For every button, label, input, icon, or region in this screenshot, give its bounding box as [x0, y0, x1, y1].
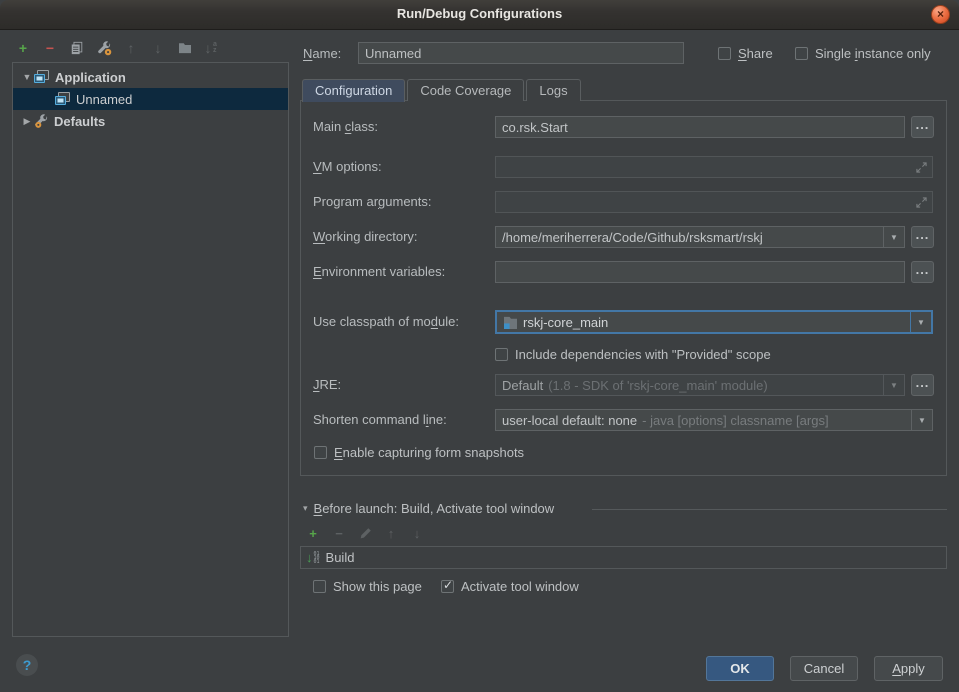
jre-combo[interactable]: Default (1.8 - SDK of 'rskj-core_main' m… — [495, 374, 905, 396]
module-combo[interactable]: rskj-core_main ▼ — [495, 310, 933, 334]
configurations-toolbar: + − ↑ ↓ ↓ a z — [15, 39, 217, 57]
remove-task-icon[interactable]: − — [332, 526, 346, 540]
vm-options-input[interactable] — [495, 156, 933, 178]
close-icon[interactable]: × — [931, 5, 950, 24]
expand-field-icon[interactable] — [916, 162, 927, 173]
activate-tool-window-checkbox[interactable]: ✓ Activate tool window — [441, 578, 579, 594]
tree-expanded-icon[interactable]: ▼ — [20, 72, 34, 82]
checkbox-box — [313, 580, 326, 593]
copy-configuration-icon[interactable] — [69, 40, 85, 56]
share-checkbox[interactable]: Share — [718, 45, 773, 61]
checkbox-box: ✓ — [441, 580, 454, 593]
working-directory-combo[interactable]: /home/meriherrera/Code/Github/rsksmart/r… — [495, 226, 905, 248]
help-icon[interactable]: ? — [16, 654, 38, 676]
name-input[interactable] — [358, 42, 684, 64]
before-launch-toolbar: + − ↑ ↓ — [306, 526, 424, 540]
tab-logs[interactable]: Logs — [526, 79, 580, 101]
section-collapse-icon: ▾ — [303, 503, 308, 514]
environment-variables-input[interactable] — [495, 261, 905, 283]
cancel-button[interactable]: Cancel — [790, 656, 858, 681]
jre-browse-button[interactable]: ... — [911, 374, 934, 396]
main-class-browse-button[interactable]: ... — [911, 116, 934, 138]
sort-alphabetically-icon[interactable]: ↓ a z — [204, 40, 217, 56]
chevron-down-icon[interactable]: ▼ — [883, 227, 904, 247]
application-type-icon — [55, 92, 71, 106]
move-down-icon[interactable]: ↓ — [150, 40, 166, 56]
include-provided-scope-checkbox[interactable]: Include dependencies with "Provided" sco… — [495, 346, 771, 362]
module-icon — [503, 316, 518, 329]
build-icon: ↓ 01 10 01 — [306, 550, 320, 565]
before-launch-section-header[interactable]: ▾ Before launch: Build, Activate tool wi… — [303, 501, 554, 516]
config-tabs: Configuration Code Coverage Logs — [302, 79, 583, 101]
window-title: Run/Debug Configurations — [0, 6, 959, 21]
move-up-icon[interactable]: ↑ — [123, 40, 139, 56]
chevron-down-icon[interactable]: ▼ — [883, 375, 904, 395]
expand-field-icon[interactable] — [916, 197, 927, 208]
checkbox-box — [795, 47, 808, 60]
configurations-tree: ▼ Application Unnamed ▶ Defaults — [12, 62, 289, 637]
form-snapshots-checkbox[interactable]: Enable capturing form snapshots — [314, 444, 524, 460]
task-label[interactable]: Build — [326, 550, 355, 565]
name-label: Name: — [303, 46, 341, 61]
edit-task-pencil-icon[interactable] — [358, 526, 372, 540]
apply-button[interactable]: Apply — [874, 656, 943, 681]
edit-defaults-wrench-icon[interactable] — [96, 40, 112, 56]
environment-variables-browse-button[interactable]: ... — [911, 261, 934, 283]
tree-collapsed-icon[interactable]: ▶ — [20, 116, 34, 127]
remove-configuration-icon[interactable]: − — [42, 40, 58, 56]
working-directory-browse-button[interactable]: ... — [911, 226, 934, 248]
move-task-down-icon[interactable]: ↓ — [410, 526, 424, 540]
add-configuration-icon[interactable]: + — [15, 40, 31, 56]
checkbox-box — [495, 348, 508, 361]
checkbox-box — [314, 446, 327, 459]
tab-code-coverage[interactable]: Code Coverage — [407, 79, 524, 101]
run-debug-configurations-dialog: Run/Debug Configurations × + − ↑ ↓ ↓ — [0, 0, 959, 692]
ok-button[interactable]: OK — [706, 656, 774, 681]
tree-item-application[interactable]: ▼ Application — [13, 66, 288, 88]
program-arguments-label: Program arguments: — [313, 194, 432, 209]
jre-label: JRE: — [313, 377, 341, 392]
program-arguments-input[interactable] — [495, 191, 933, 213]
before-launch-task-list: ↓ 01 10 01 Build — [300, 546, 947, 569]
checkbox-box — [718, 47, 731, 60]
titlebar[interactable]: Run/Debug Configurations × — [0, 0, 959, 30]
tree-item-defaults[interactable]: ▶ Defaults — [13, 110, 288, 132]
show-this-page-checkbox[interactable]: Show this page — [313, 578, 422, 594]
working-directory-label: Working directory: — [313, 229, 418, 244]
chevron-down-icon[interactable]: ▼ — [911, 410, 932, 430]
vm-options-label: VM options: — [313, 159, 382, 174]
check-icon: ✓ — [443, 578, 453, 592]
defaults-wrench-icon — [34, 114, 49, 129]
module-classpath-label: Use classpath of module: — [313, 314, 459, 329]
main-class-label: Main class: — [313, 119, 378, 134]
tab-configuration[interactable]: Configuration — [302, 79, 405, 102]
shorten-command-line-combo[interactable]: user-local default: none - java [options… — [495, 409, 933, 431]
shorten-command-line-label: Shorten command line: — [313, 412, 447, 427]
chevron-down-icon[interactable]: ▼ — [910, 312, 931, 332]
tree-item-unnamed[interactable]: Unnamed — [13, 88, 288, 110]
section-separator — [592, 509, 947, 510]
main-class-input[interactable] — [495, 116, 905, 138]
environment-variables-label: Environment variables: — [313, 264, 445, 279]
single-instance-checkbox[interactable]: Single instance only — [795, 45, 931, 61]
application-type-icon — [34, 70, 50, 84]
add-task-icon[interactable]: + — [306, 526, 320, 540]
folder-icon[interactable] — [177, 40, 193, 56]
move-task-up-icon[interactable]: ↑ — [384, 526, 398, 540]
